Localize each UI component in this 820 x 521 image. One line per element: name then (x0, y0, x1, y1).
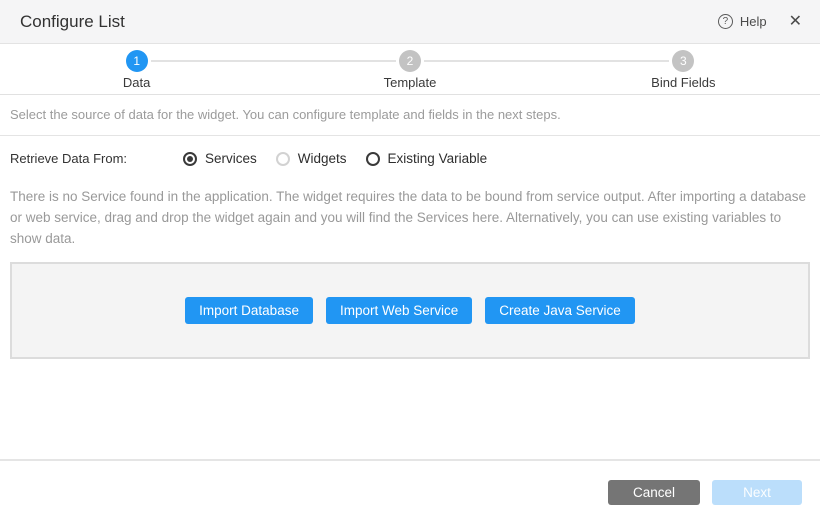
dialog-header: Configure List ? Help ✕ (0, 0, 820, 44)
help-link[interactable]: Help (740, 14, 767, 29)
radio-widgets-circle (276, 152, 290, 166)
retrieve-data-row: Retrieve Data From: Services Widgets Exi… (0, 136, 820, 178)
service-actions-panel: Import Database Import Web Service Creat… (10, 262, 810, 359)
radio-existing-variable-label: Existing Variable (388, 151, 488, 166)
radio-widgets[interactable]: Widgets (276, 151, 347, 166)
cancel-button[interactable]: Cancel (608, 480, 700, 505)
close-icon[interactable]: ✕ (789, 14, 802, 30)
step-bind-fields-number: 3 (672, 50, 694, 72)
help-icon[interactable]: ? (718, 14, 733, 29)
step-bind-fields-label: Bind Fields (547, 75, 820, 90)
header-actions: ? Help ✕ (718, 14, 802, 30)
import-database-button[interactable]: Import Database (185, 297, 313, 324)
import-web-service-button[interactable]: Import Web Service (326, 297, 472, 324)
retrieve-radio-group: Services Widgets Existing Variable (183, 151, 487, 166)
retrieve-data-label: Retrieve Data From: (10, 151, 183, 166)
radio-services-label: Services (205, 151, 257, 166)
step-data-number: 1 (126, 50, 148, 72)
page-title: Configure List (20, 12, 125, 32)
step-template[interactable]: 2 Template (273, 44, 546, 94)
radio-existing-variable[interactable]: Existing Variable (366, 151, 488, 166)
step-data-label: Data (0, 75, 273, 90)
step-data[interactable]: 1 Data (0, 44, 273, 94)
create-java-service-button[interactable]: Create Java Service (485, 297, 635, 324)
step-bind-fields[interactable]: 3 Bind Fields (547, 44, 820, 94)
radio-widgets-label: Widgets (298, 151, 347, 166)
radio-services-circle (183, 152, 197, 166)
step-template-label: Template (273, 75, 546, 90)
radio-services[interactable]: Services (183, 151, 257, 166)
next-button[interactable]: Next (712, 480, 802, 505)
no-service-info-text: There is no Service found in the applica… (10, 186, 810, 249)
step-description: Select the source of data for the widget… (0, 95, 820, 136)
step-template-number: 2 (399, 50, 421, 72)
wizard-stepper: 1 Data 2 Template 3 Bind Fields (0, 44, 820, 95)
radio-existing-variable-circle (366, 152, 380, 166)
dialog-footer: Cancel Next (0, 459, 820, 521)
